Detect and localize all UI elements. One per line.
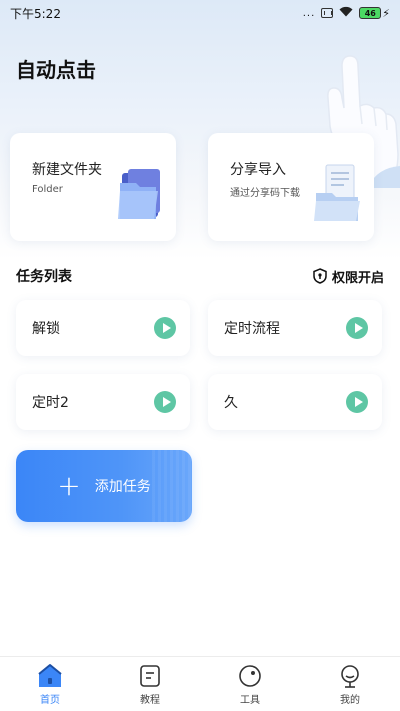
task-card[interactable]: 定时流程 [208,300,382,356]
play-button[interactable] [346,317,368,339]
new-folder-title: 新建文件夹 [32,162,102,178]
new-folder-card[interactable]: 新建文件夹 Folder [10,133,176,241]
task-label: 久 [224,395,238,411]
tab-tools[interactable]: 工具 [200,663,300,706]
permission-label: 权限开启 [331,270,384,286]
status-bar: 下午5:22 ... 46 ⚡ [0,0,400,26]
status-time: 下午5:22 [10,6,61,21]
task-card[interactable]: 久 [208,374,382,430]
status-dots: ... [302,7,316,19]
play-button[interactable] [154,317,176,339]
task-label: 定时2 [32,395,69,411]
add-task-button[interactable]: + 添加任务 [16,450,192,522]
tab-profile[interactable]: 我的 [300,663,400,706]
task-list-title: 任务列表 [16,269,72,285]
tab-home-label: 首页 [40,694,60,706]
wifi-icon [339,6,353,20]
profile-icon [341,664,359,688]
play-button[interactable] [346,391,368,413]
tab-tutorial[interactable]: 教程 [100,663,200,706]
tab-tutorial-label: 教程 [140,694,160,706]
tab-profile-label: 我的 [340,694,360,706]
page-title: 自动点击 [16,58,96,82]
tab-home[interactable]: 首页 [0,663,100,706]
task-label: 定时流程 [224,321,280,337]
tools-icon [239,664,261,687]
task-card[interactable]: 定时2 [16,374,190,430]
share-import-subtitle: 通过分享码下载 [230,188,300,199]
task-list-header: 任务列表 权限开启 [16,266,384,286]
permission-enable-button[interactable]: 权限开启 [313,267,384,286]
status-indicators: ... 46 ⚡ [303,6,390,20]
battery-level: 46 [359,7,382,19]
document-import-icon [314,164,360,221]
shield-icon [313,268,327,284]
add-task-label: 添加任务 [94,479,151,495]
share-import-card[interactable]: 分享导入 通过分享码下载 [208,133,374,241]
plus-icon: + [57,469,81,502]
play-button[interactable] [154,391,176,413]
battery-icon: 46 ⚡ [359,7,390,20]
task-card[interactable]: 解锁 [16,300,190,356]
task-label: 解锁 [32,321,60,337]
folder-icon [118,169,160,219]
home-icon [38,663,62,687]
tutorial-icon [140,664,160,687]
sim-icon [321,8,334,18]
bottom-tab-bar: 首页 教程 工具 我的 [0,656,400,711]
new-folder-subtitle: Folder [32,184,63,195]
charging-icon: ⚡ [382,6,390,20]
share-import-title: 分享导入 [230,162,286,178]
tab-tools-label: 工具 [240,694,260,706]
